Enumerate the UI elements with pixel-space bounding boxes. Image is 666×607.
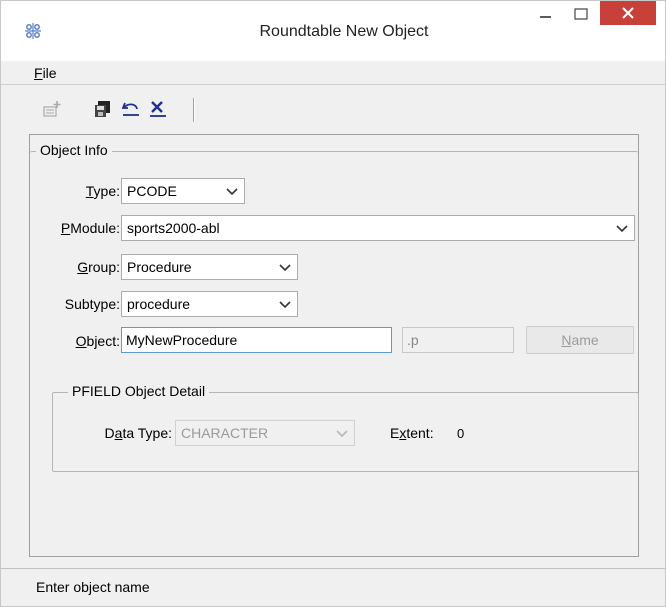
pmodule-label: PModule: bbox=[30, 220, 120, 236]
chevron-down-icon bbox=[226, 188, 238, 196]
data-type-label: Data Type: bbox=[80, 425, 172, 441]
extent-label-text: tent: bbox=[406, 425, 434, 441]
status-bar: Enter object name bbox=[1, 568, 665, 606]
name-button-label: ame bbox=[571, 332, 599, 348]
chevron-down-icon bbox=[279, 264, 291, 272]
extent-label: Extent: bbox=[390, 425, 448, 441]
subtype-label: Subtype: bbox=[64, 296, 120, 312]
menu-bar: File bbox=[1, 61, 665, 85]
type-select[interactable]: PCODE bbox=[121, 178, 245, 204]
status-text: Enter object name bbox=[36, 579, 150, 595]
type-value: PCODE bbox=[127, 183, 177, 199]
menu-file[interactable]: File bbox=[34, 65, 57, 81]
menu-file-label: ile bbox=[42, 65, 57, 81]
main-panel: Object Info Type: PCODE PModule: sports2… bbox=[29, 135, 639, 557]
roundtable-new-object-window: Roundtable New Object File Object Info T… bbox=[0, 0, 666, 607]
pmodule-label-accel: P bbox=[60, 220, 71, 236]
pmodule-label-text: Module: bbox=[70, 220, 120, 236]
minimize-icon[interactable] bbox=[536, 7, 556, 27]
chevron-down-icon bbox=[336, 430, 348, 438]
toolbar-separator bbox=[193, 98, 195, 122]
menu-file-accel: F bbox=[34, 65, 43, 81]
name-button[interactable]: Name bbox=[526, 326, 634, 354]
pmodule-select[interactable]: sports2000-abl bbox=[121, 215, 635, 241]
pfield-detail-legend: PFIELD Object Detail bbox=[68, 383, 210, 399]
type-label-accel: T bbox=[85, 183, 94, 199]
window-title: Roundtable New Object bbox=[259, 23, 429, 40]
data-type-label-pre: D bbox=[104, 425, 115, 441]
object-info-legend: Object Info bbox=[36, 142, 112, 158]
pmodule-value: sports2000-abl bbox=[127, 220, 220, 236]
group-select[interactable]: Procedure bbox=[121, 254, 298, 280]
maximize-icon[interactable] bbox=[571, 5, 591, 25]
delete-icon[interactable] bbox=[148, 99, 168, 119]
name-button-accel: N bbox=[561, 332, 572, 348]
close-button[interactable] bbox=[600, 1, 656, 25]
new-object-icon[interactable] bbox=[42, 99, 62, 119]
chevron-down-icon bbox=[279, 301, 291, 309]
object-label: Object: bbox=[40, 333, 120, 349]
group-label-accel: G bbox=[77, 259, 89, 275]
chevron-down-icon bbox=[616, 225, 628, 233]
data-type-value: CHARACTER bbox=[181, 425, 269, 441]
object-label-accel: O bbox=[75, 333, 87, 349]
toolbar bbox=[1, 86, 665, 135]
subtype-value: procedure bbox=[127, 296, 191, 312]
title-bar: Roundtable New Object bbox=[1, 1, 665, 61]
subtype-select[interactable]: procedure bbox=[121, 291, 298, 317]
object-name-input[interactable]: MyNewProcedure bbox=[121, 327, 392, 353]
group-value: Procedure bbox=[127, 259, 192, 275]
data-type-select: CHARACTER bbox=[175, 420, 355, 446]
save-icon[interactable] bbox=[93, 99, 113, 119]
object-label-text: bject: bbox=[86, 333, 120, 349]
type-label-text: ype: bbox=[93, 183, 120, 199]
undo-icon[interactable] bbox=[121, 99, 141, 119]
extent-label-pre: E bbox=[390, 425, 400, 441]
type-label: Type: bbox=[40, 183, 120, 199]
group-label: Group: bbox=[40, 259, 120, 275]
group-label-text: roup: bbox=[88, 259, 120, 275]
data-type-label-text: ta Type: bbox=[122, 425, 172, 441]
extent-value: 0 bbox=[457, 426, 465, 441]
object-extension-field: .p bbox=[402, 327, 514, 353]
close-icon bbox=[622, 7, 634, 19]
